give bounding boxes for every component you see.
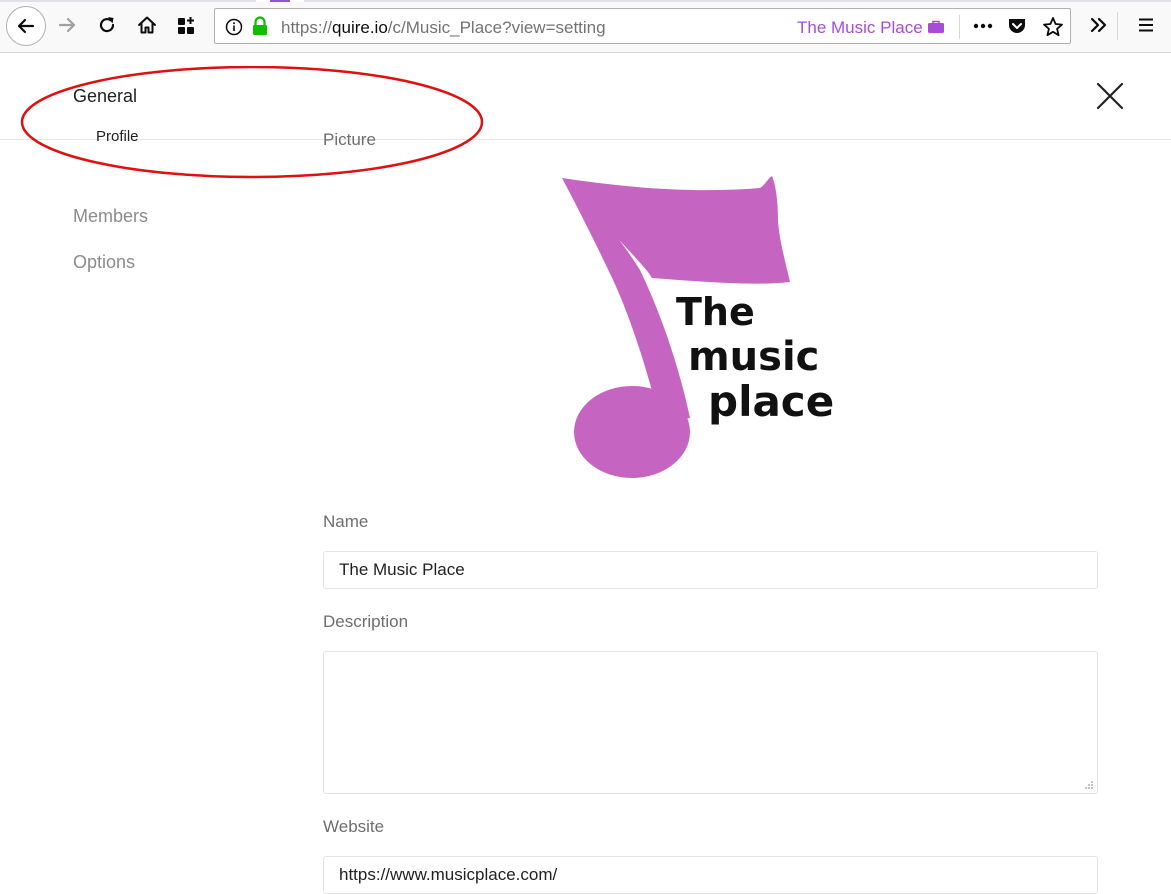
- name-label: Name: [323, 512, 369, 531]
- apps-plus-icon: [178, 17, 194, 34]
- url-prefix: https://: [281, 18, 333, 37]
- active-tab-marker: [270, 0, 290, 2]
- url-host: quire.io: [332, 18, 388, 37]
- briefcase-icon: [928, 20, 945, 33]
- bookmark-star-icon[interactable]: [1042, 16, 1064, 38]
- forward-button[interactable]: [50, 8, 84, 42]
- arrow-right-icon: [58, 17, 76, 33]
- pocket-icon[interactable]: [1007, 16, 1027, 36]
- overflow-button[interactable]: [1082, 8, 1116, 42]
- description-label: Description: [323, 612, 409, 631]
- hamburger-menu-icon: [1139, 18, 1153, 32]
- info-icon[interactable]: [225, 18, 243, 36]
- logo-text-line2: music: [688, 334, 819, 380]
- back-button[interactable]: [6, 6, 46, 46]
- container-label-text: The Music Place: [797, 18, 923, 37]
- toolbar-separator: [1117, 12, 1118, 40]
- website-input[interactable]: https://www.musicplace.com/: [323, 856, 1098, 894]
- logo-text-line3: place: [708, 377, 834, 426]
- profile-picture[interactable]: The music place: [556, 172, 846, 484]
- url-bar[interactable]: https://quire.io/c/Music_Place?view=sett…: [214, 8, 1071, 44]
- home-icon: [138, 16, 156, 34]
- website-label: Website: [323, 817, 385, 836]
- resize-grip-icon[interactable]: [1084, 780, 1094, 790]
- reload-icon: [99, 17, 115, 33]
- menu-button[interactable]: [1129, 8, 1163, 42]
- url-separator: [959, 15, 960, 39]
- container-label[interactable]: The Music Place: [797, 18, 945, 38]
- lock-icon[interactable]: [251, 16, 269, 36]
- url-path: /c/Music_Place?view=setting: [387, 18, 606, 37]
- arrow-left-icon: [17, 18, 35, 34]
- name-input[interactable]: The Music Place: [323, 551, 1098, 589]
- home-button[interactable]: [130, 8, 164, 42]
- sidebar-item-options[interactable]: Options: [73, 252, 135, 273]
- double-chevron-right-icon: [1090, 17, 1107, 33]
- close-icon[interactable]: [1094, 80, 1126, 112]
- more-actions-icon[interactable]: [972, 19, 994, 33]
- extension-button[interactable]: [170, 8, 204, 42]
- tab-strip-edge: [0, 0, 1171, 2]
- url-text[interactable]: https://quire.io/c/Music_Place?view=sett…: [281, 18, 606, 38]
- highlight-ellipse: [20, 66, 484, 179]
- logo-text-line1: The: [676, 290, 755, 334]
- sidebar-item-members[interactable]: Members: [73, 206, 148, 227]
- reload-button[interactable]: [90, 8, 124, 42]
- description-textarea[interactable]: [323, 651, 1098, 794]
- browser-toolbar: https://quire.io/c/Music_Place?view=sett…: [0, 0, 1171, 53]
